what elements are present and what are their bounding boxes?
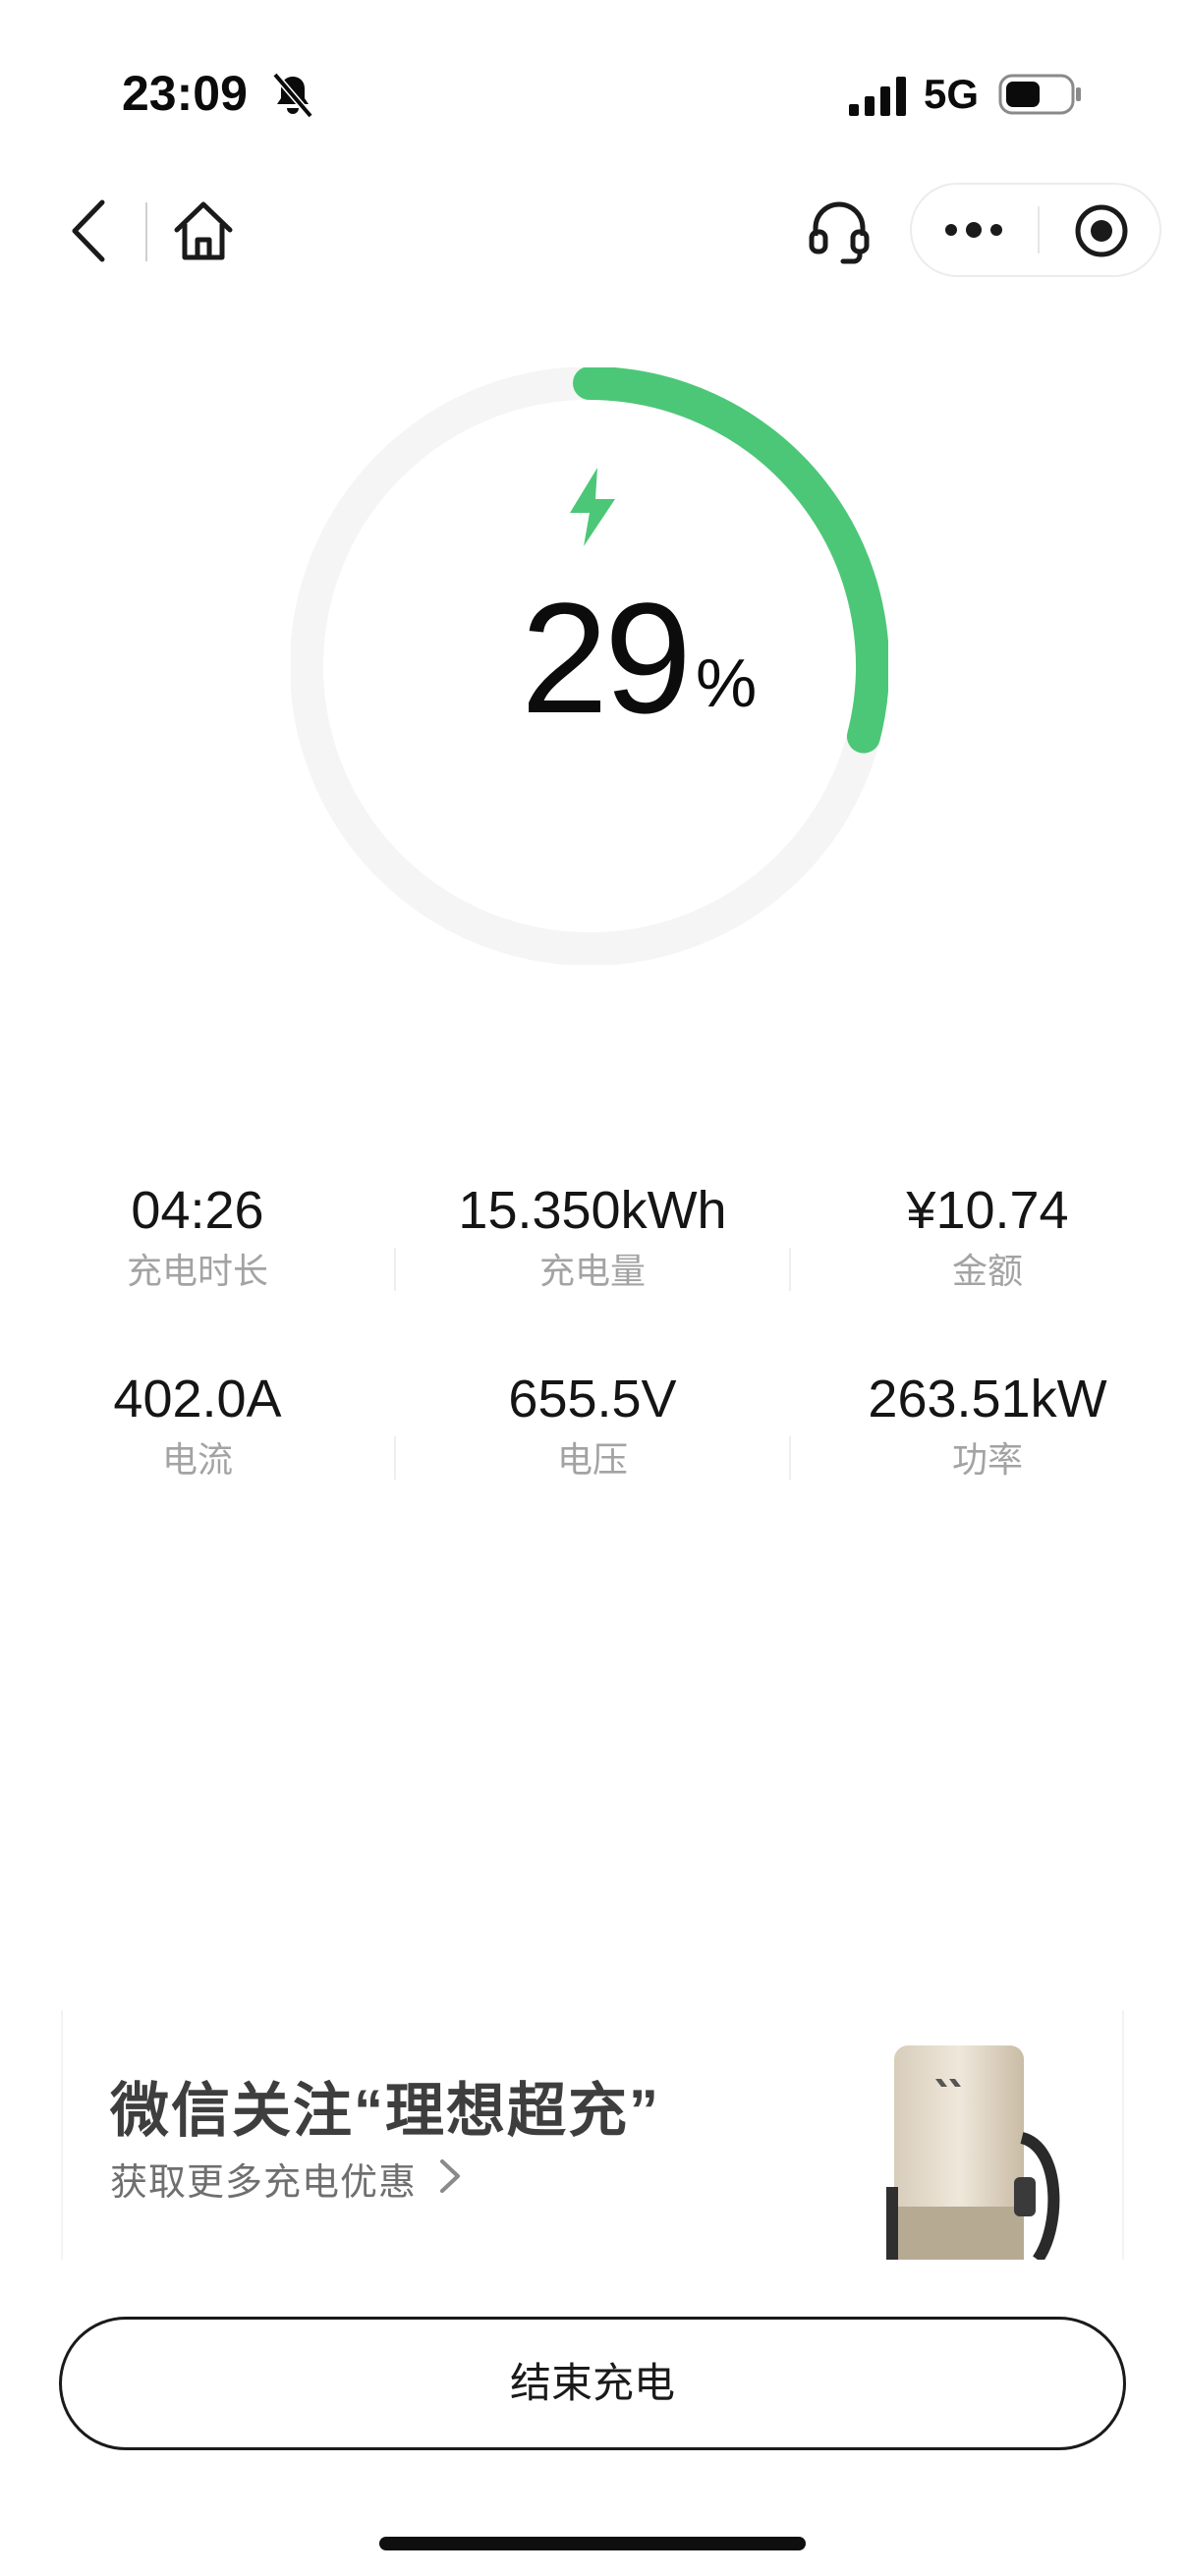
- stats-row: 04:26 充电时长 15.350kWh 充电量 ¥10.74 金额: [0, 1179, 1185, 1368]
- stat-label: 功率: [951, 1439, 1023, 1480]
- stat-value: 655.5V: [508, 1370, 677, 1428]
- stat-voltage: 655.5V 电压: [395, 1368, 790, 1484]
- stat-label: 充电时长: [126, 1251, 268, 1291]
- stat-amount: ¥10.74 金额: [790, 1179, 1185, 1295]
- stat-value: 263.51kW: [868, 1370, 1107, 1428]
- banner-subtitle: 获取更多充电优惠: [110, 2162, 418, 2204]
- end-charging-button[interactable]: 结束充电: [59, 2317, 1126, 2450]
- chevron-right-icon: [440, 2159, 460, 2193]
- follow-wechat-banner[interactable]: 微信关注“理想超充” 获取更多充电优惠: [61, 2010, 1124, 2260]
- mini-program-capsule: [910, 183, 1161, 277]
- status-time: 23:09: [122, 66, 248, 121]
- percent-sign: %: [696, 644, 758, 721]
- headset-icon[interactable]: [806, 196, 873, 265]
- stat-label: 充电量: [538, 1251, 646, 1291]
- stat-value: ¥10.74: [906, 1181, 1069, 1240]
- home-icon[interactable]: [169, 196, 238, 265]
- more-dots-icon[interactable]: [941, 204, 1006, 255]
- stats-grid: 04:26 充电时长 15.350kWh 充电量 ¥10.74 金额 402.0…: [0, 1179, 1185, 1556]
- stat-current: 402.0A 电流: [0, 1368, 395, 1484]
- lightning-bolt-icon: [570, 468, 615, 546]
- network-label: 5G: [924, 71, 980, 117]
- stat-value: 15.350kWh: [458, 1181, 727, 1240]
- stat-power: 263.51kW 功率: [790, 1368, 1185, 1484]
- stat-label: 金额: [951, 1251, 1023, 1291]
- bell-slash-icon: [272, 72, 313, 119]
- home-indicator: [379, 2537, 806, 2550]
- back-button[interactable]: [65, 193, 114, 269]
- signal-icon: [849, 77, 906, 116]
- stat-duration: 04:26 充电时长: [0, 1179, 395, 1295]
- close-target-icon[interactable]: [1073, 202, 1130, 259]
- battery-icon: [998, 74, 1081, 115]
- stat-value: 402.0A: [113, 1370, 282, 1428]
- stat-label: 电流: [161, 1439, 233, 1480]
- stats-row: 402.0A 电流 655.5V 电压 263.51kW 功率: [0, 1368, 1185, 1556]
- stat-value: 04:26: [131, 1181, 264, 1240]
- charge-percent: 29: [521, 570, 692, 746]
- stat-label: 电压: [556, 1439, 628, 1480]
- charging-page: 23:09 5G 29 % 04:26 充电时长 15.350kWh 充电量 ¥…: [0, 0, 1185, 2576]
- stat-energy: 15.350kWh 充电量: [395, 1179, 790, 1295]
- nav-divider: [145, 202, 147, 261]
- charger-illustration: [886, 2045, 1060, 2260]
- banner-title: 微信关注“理想超充”: [110, 2078, 660, 2144]
- capsule-divider: [1038, 206, 1040, 253]
